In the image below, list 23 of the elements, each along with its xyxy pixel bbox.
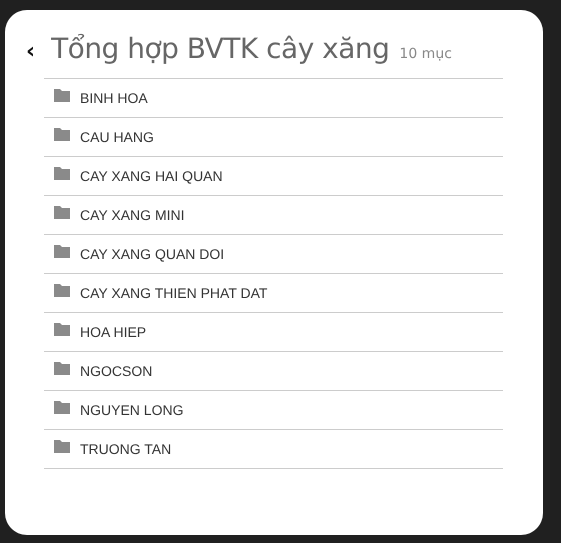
folder-icon [54, 440, 70, 453]
folder-icon [54, 128, 70, 141]
folder-icon [54, 401, 70, 414]
back-button[interactable]: ‹ [24, 39, 38, 64]
folder-row[interactable]: NGOCSON [44, 352, 503, 391]
folder-icon [54, 284, 70, 297]
folder-icon [54, 206, 70, 219]
folder-icon [54, 245, 70, 258]
folder-row[interactable]: CAU HANG [44, 118, 503, 157]
folder-title: Tổng hợp BVTK cây xăng [51, 32, 390, 65]
folder-icon [54, 167, 70, 180]
folder-row[interactable]: CAY XANG THIEN PHAT DAT [44, 274, 503, 313]
folder-row[interactable]: CAY XANG QUAN DOI [44, 235, 503, 274]
folder-row[interactable]: HOA HIEP [44, 313, 503, 352]
folder-row[interactable]: TRUONG TAN [44, 430, 503, 469]
item-count: 10 mục [399, 46, 452, 62]
folder-icon [54, 323, 70, 336]
folder-row[interactable]: BINH HOA [44, 79, 503, 118]
folder-row[interactable]: CAY XANG HAI QUAN [44, 157, 503, 196]
folder-icon [54, 89, 70, 102]
folder-row[interactable]: NGUYEN LONG [44, 391, 503, 430]
folder-icon [54, 362, 70, 375]
folder-row[interactable]: CAY XANG MINI [44, 196, 503, 235]
